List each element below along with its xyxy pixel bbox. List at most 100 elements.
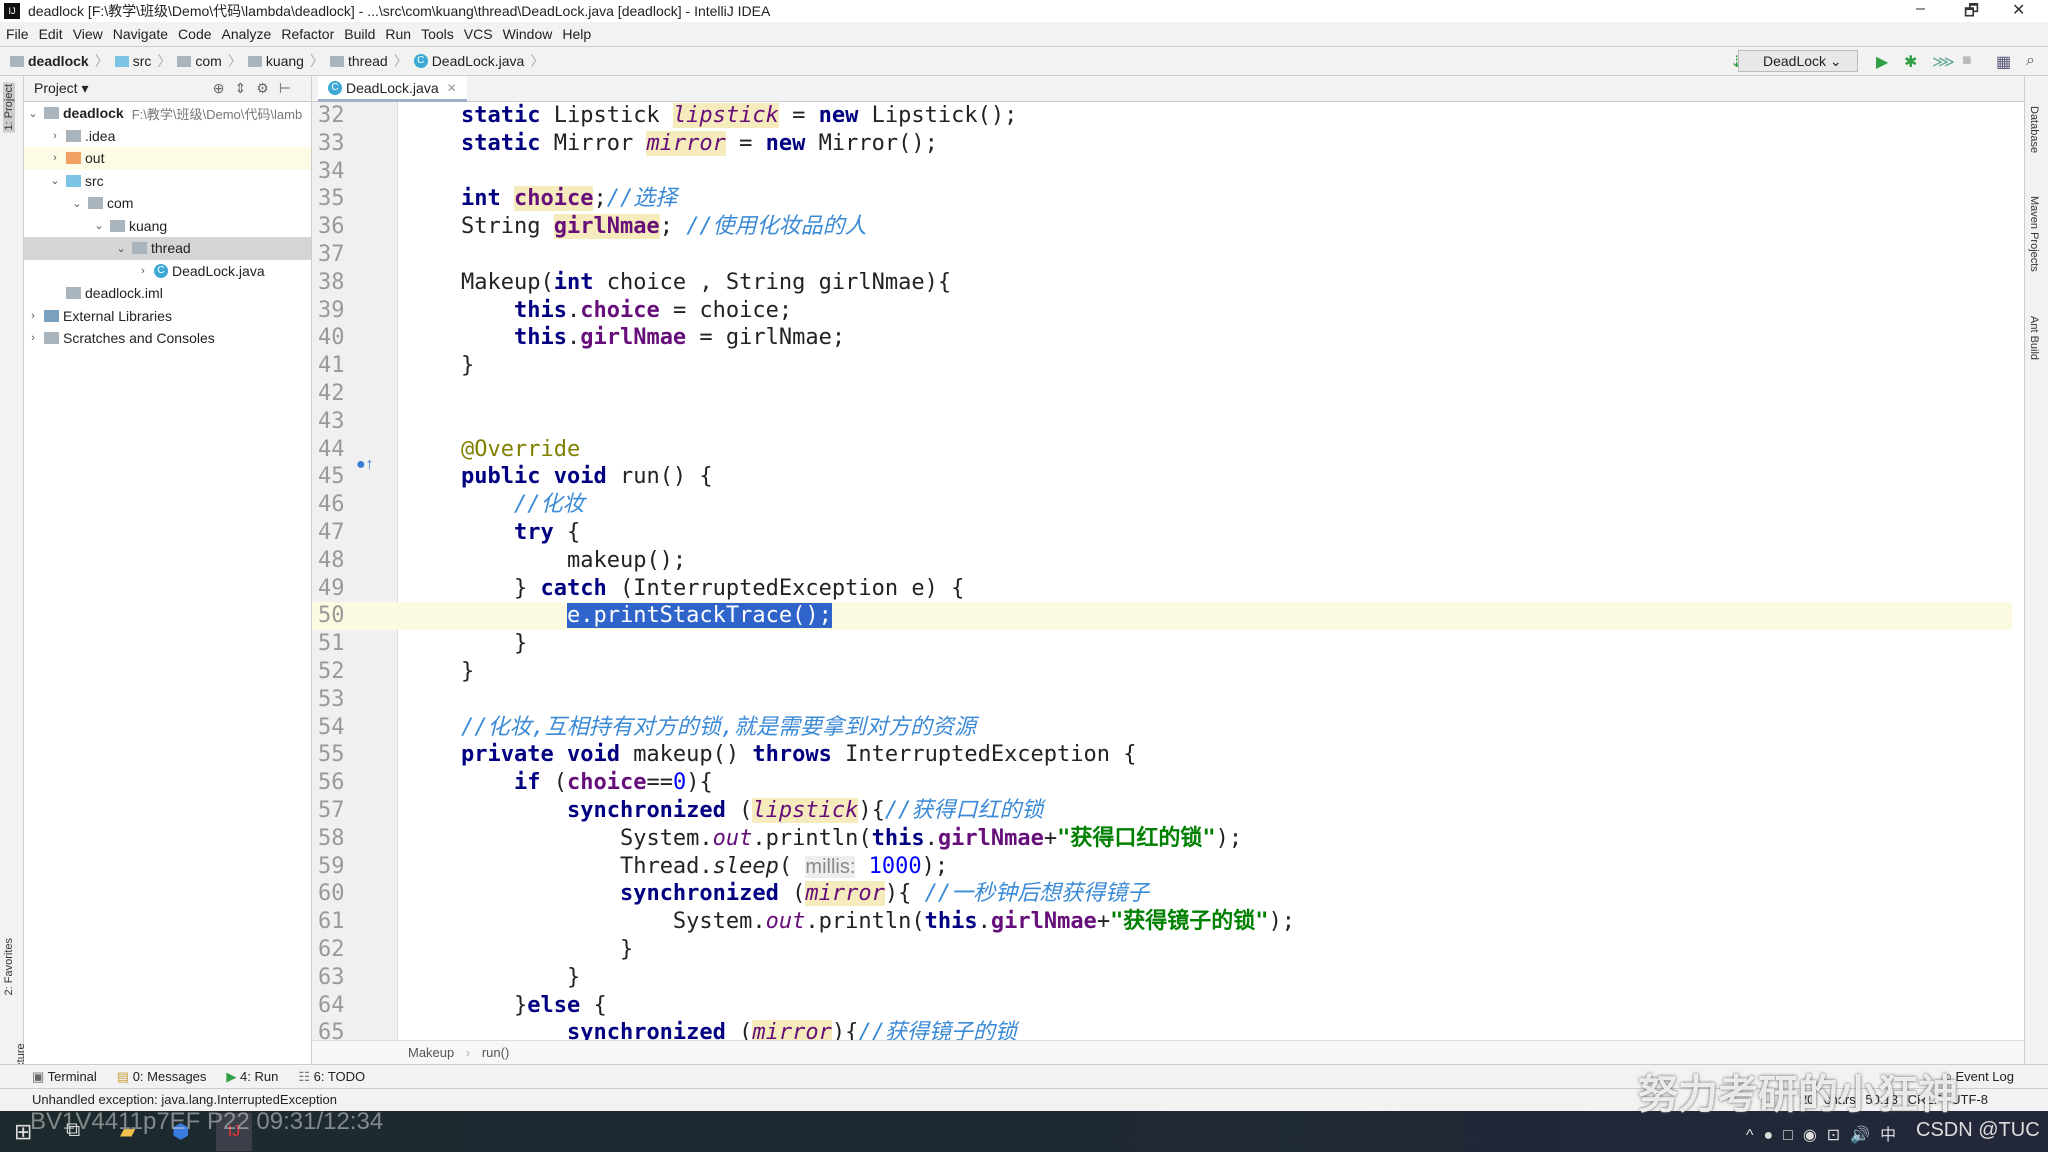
code-line[interactable]: 44 @Override (312, 436, 2012, 464)
code-line[interactable]: 61 System.out.println(this.girlNmae+"获得镜… (312, 908, 2012, 936)
tab-deadlock-java[interactable]: C DeadLock.java ✕ (318, 76, 467, 102)
breadcrumb-item[interactable]: thread 〉 (329, 51, 408, 71)
menu-help[interactable]: Help (562, 26, 591, 42)
tree-item[interactable]: › .idea (24, 125, 311, 148)
menu-navigate[interactable]: Navigate (113, 26, 168, 42)
ant-build-tool-button[interactable]: Ant Build (2028, 316, 2040, 360)
code-line[interactable]: 49 } catch (InterruptedException e) { (312, 575, 2012, 603)
project-tool-button[interactable]: 1: Project (3, 82, 15, 133)
project-structure-icon[interactable]: ▦ (1996, 52, 2011, 72)
code-line[interactable]: 38 Makeup(int choice , String girlNmae){ (312, 269, 2012, 297)
tree-item[interactable]: › Scratches and Consoles (24, 327, 311, 350)
code-line[interactable]: 42 (312, 380, 2012, 408)
code-line[interactable]: 43 (312, 408, 2012, 436)
menu-build[interactable]: Build (344, 26, 375, 42)
code-line[interactable]: 32 static Lipstick lipstick = new Lipstic… (312, 102, 2012, 130)
run-config-dropdown[interactable]: DeadLock ⌄ (1738, 50, 1858, 72)
chevron-right-icon[interactable]: › (26, 310, 40, 322)
chevron-right-icon[interactable]: › (26, 332, 40, 344)
close-button[interactable]: ✕ (2012, 0, 2025, 20)
code-editor[interactable]: 32 static Lipstick lipstick = new Lipstic… (312, 102, 2024, 1040)
chevron-right-icon[interactable]: › (136, 265, 150, 277)
terminal-tool-button[interactable]: ▣ Terminal (32, 1069, 97, 1085)
override-marker-icon[interactable]: ●↑ (356, 456, 374, 474)
code-line[interactable]: 59 Thread.sleep( millis: 1000); (312, 853, 2012, 881)
code-line[interactable]: 57 synchronized (lipstick){//获得口红的锁 (312, 797, 2012, 825)
breadcrumb-class[interactable]: Makeup (408, 1045, 454, 1060)
tree-item[interactable]: ⌄ kuang (24, 215, 311, 238)
tree-item[interactable]: › out (24, 147, 311, 170)
code-line[interactable]: 45 public void run() { (312, 463, 2012, 491)
code-line[interactable]: 37 (312, 241, 2012, 269)
minimize-button[interactable]: – (1916, 0, 1925, 18)
menu-vcs[interactable]: VCS (464, 26, 493, 42)
code-line[interactable]: 33 static Mirror mirror = new Mirror(); (312, 130, 2012, 158)
system-tray-icons[interactable]: ^●□◉⊡🔊中 (1746, 1121, 1906, 1145)
code-line[interactable]: 46 //化妆 (312, 491, 2012, 519)
code-line[interactable]: 60 synchronized (mirror){ //一秒钟后想获得镜子 (312, 880, 2012, 908)
code-line[interactable]: 36 String girlNmae; //使用化妆品的人 (312, 213, 2012, 241)
code-line[interactable]: 53 (312, 686, 2012, 714)
tree-item[interactable]: ⌄ thread (24, 237, 311, 260)
panel-actions-icons[interactable]: ⊕⇕⚙⊢ (213, 80, 301, 97)
code-line[interactable]: 41} (312, 352, 2012, 380)
code-line[interactable]: 51 } (312, 630, 2012, 658)
code-line[interactable]: 63 } (312, 964, 2012, 992)
messages-tool-button[interactable]: ▤ 0: Messages (117, 1069, 207, 1085)
search-icon[interactable]: ⌕ (2026, 52, 2035, 70)
tree-item[interactable]: › C DeadLock.java (24, 260, 311, 283)
chevron-right-icon[interactable]: › (48, 152, 62, 164)
menu-code[interactable]: Code (178, 26, 211, 42)
coverage-icon[interactable]: ⋙ (1932, 52, 1955, 72)
menu-refactor[interactable]: Refactor (281, 26, 334, 42)
menu-run[interactable]: Run (385, 26, 411, 42)
tree-item[interactable]: ⌄ src (24, 170, 311, 193)
menu-analyze[interactable]: Analyze (222, 26, 272, 42)
maven-tool-button[interactable]: Maven Projects (2028, 196, 2040, 272)
project-view-dropdown[interactable]: Project ▾ (34, 80, 89, 97)
chevron-down-icon[interactable]: ⌄ (48, 174, 62, 187)
breadcrumb-item[interactable]: kuang 〉 (247, 51, 324, 71)
debug-icon[interactable]: ✱ (1904, 52, 1917, 72)
tree-item[interactable]: ⌄ deadlock F:\教学\班级\Demo\代码\lamb (24, 102, 311, 125)
close-tab-icon[interactable]: ✕ (447, 81, 457, 95)
code-line[interactable]: 47 try { (312, 519, 2012, 547)
database-tool-button[interactable]: Database (2028, 106, 2040, 153)
code-line[interactable]: 65 synchronized (mirror){//获得镜子的锁 (312, 1019, 2012, 1040)
chevron-down-icon[interactable]: ⌄ (26, 107, 40, 120)
stop-icon[interactable]: ■ (1962, 52, 1972, 70)
breadcrumb-item[interactable]: deadlock 〉 (10, 51, 109, 71)
breadcrumb-item[interactable]: C DeadLock.java 〉 (413, 51, 544, 71)
menu-window[interactable]: Window (503, 26, 553, 42)
code-line[interactable]: 52} (312, 658, 2012, 686)
run-tool-button[interactable]: ▶ 4: Run (226, 1069, 278, 1085)
run-icon[interactable]: ▶ (1876, 52, 1888, 72)
code-line[interactable]: 55 private void makeup() throws Interrupt… (312, 741, 2012, 769)
breadcrumb-item[interactable]: com 〉 (177, 51, 242, 71)
todo-tool-button[interactable]: ☷ 6: TODO (298, 1069, 365, 1085)
favorites-tool-button[interactable]: 2: Favorites (3, 938, 15, 995)
code-line[interactable]: 50 e.printStackTrace(); (312, 602, 2012, 631)
menu-edit[interactable]: Edit (39, 26, 63, 42)
code-line[interactable]: 54 //化妆,互相持有对方的锁,就是需要拿到对方的资源 (312, 714, 2012, 742)
tree-item[interactable]: deadlock.iml (24, 282, 311, 305)
chevron-right-icon[interactable]: › (48, 130, 62, 142)
tree-item[interactable]: › External Libraries (24, 305, 311, 328)
menu-tools[interactable]: Tools (421, 26, 454, 42)
code-line[interactable]: 64 }else { (312, 992, 2012, 1020)
code-line[interactable]: 35 int choice;//选择 (312, 185, 2012, 213)
chevron-down-icon[interactable]: ⌄ (114, 242, 128, 255)
code-line[interactable]: 39 this.choice = choice; (312, 297, 2012, 325)
code-line[interactable]: 40 this.girlNmae = girlNmae; (312, 324, 2012, 352)
code-line[interactable]: 62 } (312, 936, 2012, 964)
chevron-down-icon[interactable]: ⌄ (92, 219, 106, 232)
chevron-down-icon[interactable]: ⌄ (70, 197, 84, 210)
breadcrumb-method[interactable]: run() (482, 1045, 509, 1060)
code-line[interactable]: 48 makeup(); (312, 547, 2012, 575)
breadcrumb-item[interactable]: src 〉 (114, 51, 171, 71)
code-line[interactable]: 56 if (choice==0){ (312, 769, 2012, 797)
tree-item[interactable]: ⌄ com (24, 192, 311, 215)
code-line[interactable]: 58 System.out.println(this.girlNmae+"获得口… (312, 825, 2012, 853)
menu-view[interactable]: View (73, 26, 103, 42)
code-line[interactable]: 34 (312, 158, 2012, 186)
